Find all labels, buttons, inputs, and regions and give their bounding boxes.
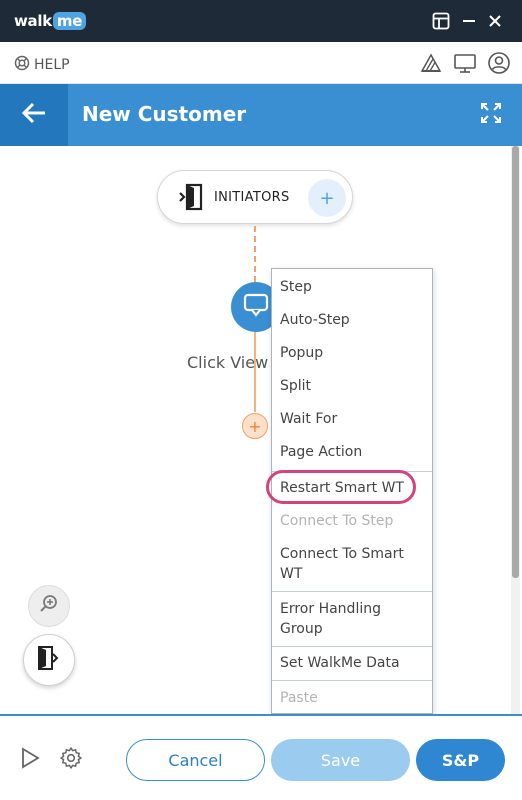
menu-item-set-walkme-data[interactable]: Set WalkMe Data (272, 653, 432, 673)
connector-dashed (254, 226, 256, 282)
play-button[interactable] (18, 747, 42, 773)
logo-prefix: walk (14, 12, 52, 30)
page-title: New Customer (82, 102, 247, 126)
step-label: Click View (187, 353, 269, 372)
plus-icon: + (248, 416, 262, 436)
logo-suffix: me (52, 12, 87, 30)
title-bar: walk me (0, 0, 522, 42)
connector-solid (254, 332, 256, 412)
zoom-button[interactable] (28, 585, 70, 627)
footer-bar: Cancel Save S&P (0, 714, 522, 800)
monitor-icon[interactable] (452, 50, 478, 76)
close-icon[interactable] (484, 10, 506, 32)
expand-icon (480, 102, 502, 128)
menu-item-split[interactable]: Split (272, 376, 432, 396)
back-button[interactable] (0, 84, 68, 146)
flow-canvas[interactable]: INITIATORS + Click View + Step Auto-Step… (0, 146, 522, 714)
lifebuoy-icon (14, 55, 30, 75)
help-label: HELP (34, 57, 70, 73)
arrow-left-icon (21, 102, 47, 128)
menu-item-page-action[interactable]: Page Action (272, 442, 432, 462)
scrollbar-thumb[interactable] (512, 146, 519, 578)
help-link[interactable]: HELP (14, 55, 70, 75)
menu-item-paste: Paste (280, 690, 318, 706)
menu-item-error-handling-group[interactable]: Error Handling Group (272, 599, 392, 639)
add-initiator-button[interactable]: + (308, 179, 346, 217)
user-icon[interactable] (486, 50, 512, 76)
page-header: New Customer (0, 84, 522, 146)
menu-item-step[interactable]: Step (272, 277, 432, 297)
menu-item-auto-step[interactable]: Auto-Step (272, 310, 432, 330)
popup-bubble-icon (243, 292, 269, 322)
walkme-logo: walk me (14, 11, 87, 31)
menu-item-wait-for[interactable]: Wait For (272, 409, 432, 429)
exit-flow-button[interactable] (23, 634, 75, 686)
layout-icon[interactable] (430, 10, 452, 32)
help-bar: HELP (0, 42, 522, 84)
door-exit-icon (36, 644, 62, 676)
palette-icon[interactable] (418, 50, 444, 76)
save-button[interactable]: Save (271, 739, 410, 781)
menu-separator (272, 646, 432, 647)
menu-item-popup[interactable]: Popup (272, 343, 432, 363)
add-step-button[interactable]: + (242, 413, 268, 439)
save-and-publish-button[interactable]: S&P (416, 739, 505, 781)
play-icon (20, 747, 40, 773)
expand-button[interactable] (478, 102, 504, 128)
zoom-in-icon (38, 593, 60, 619)
menu-item-connect-to-smart-wt[interactable]: Connect To Smart WT (272, 544, 422, 584)
plus-icon: + (319, 187, 335, 209)
menu-item-connect-to-step: Connect To Step (280, 513, 394, 529)
minimize-icon[interactable] (458, 10, 480, 32)
settings-button[interactable] (58, 747, 84, 773)
initiators-label: INITIATORS (214, 190, 290, 205)
gear-icon (59, 746, 83, 774)
menu-separator (272, 680, 432, 681)
initiators-node[interactable]: INITIATORS + (157, 170, 353, 224)
highlight-ring (266, 470, 416, 504)
door-enter-icon (176, 182, 206, 212)
cancel-button[interactable]: Cancel (126, 739, 265, 781)
menu-separator (272, 591, 432, 592)
